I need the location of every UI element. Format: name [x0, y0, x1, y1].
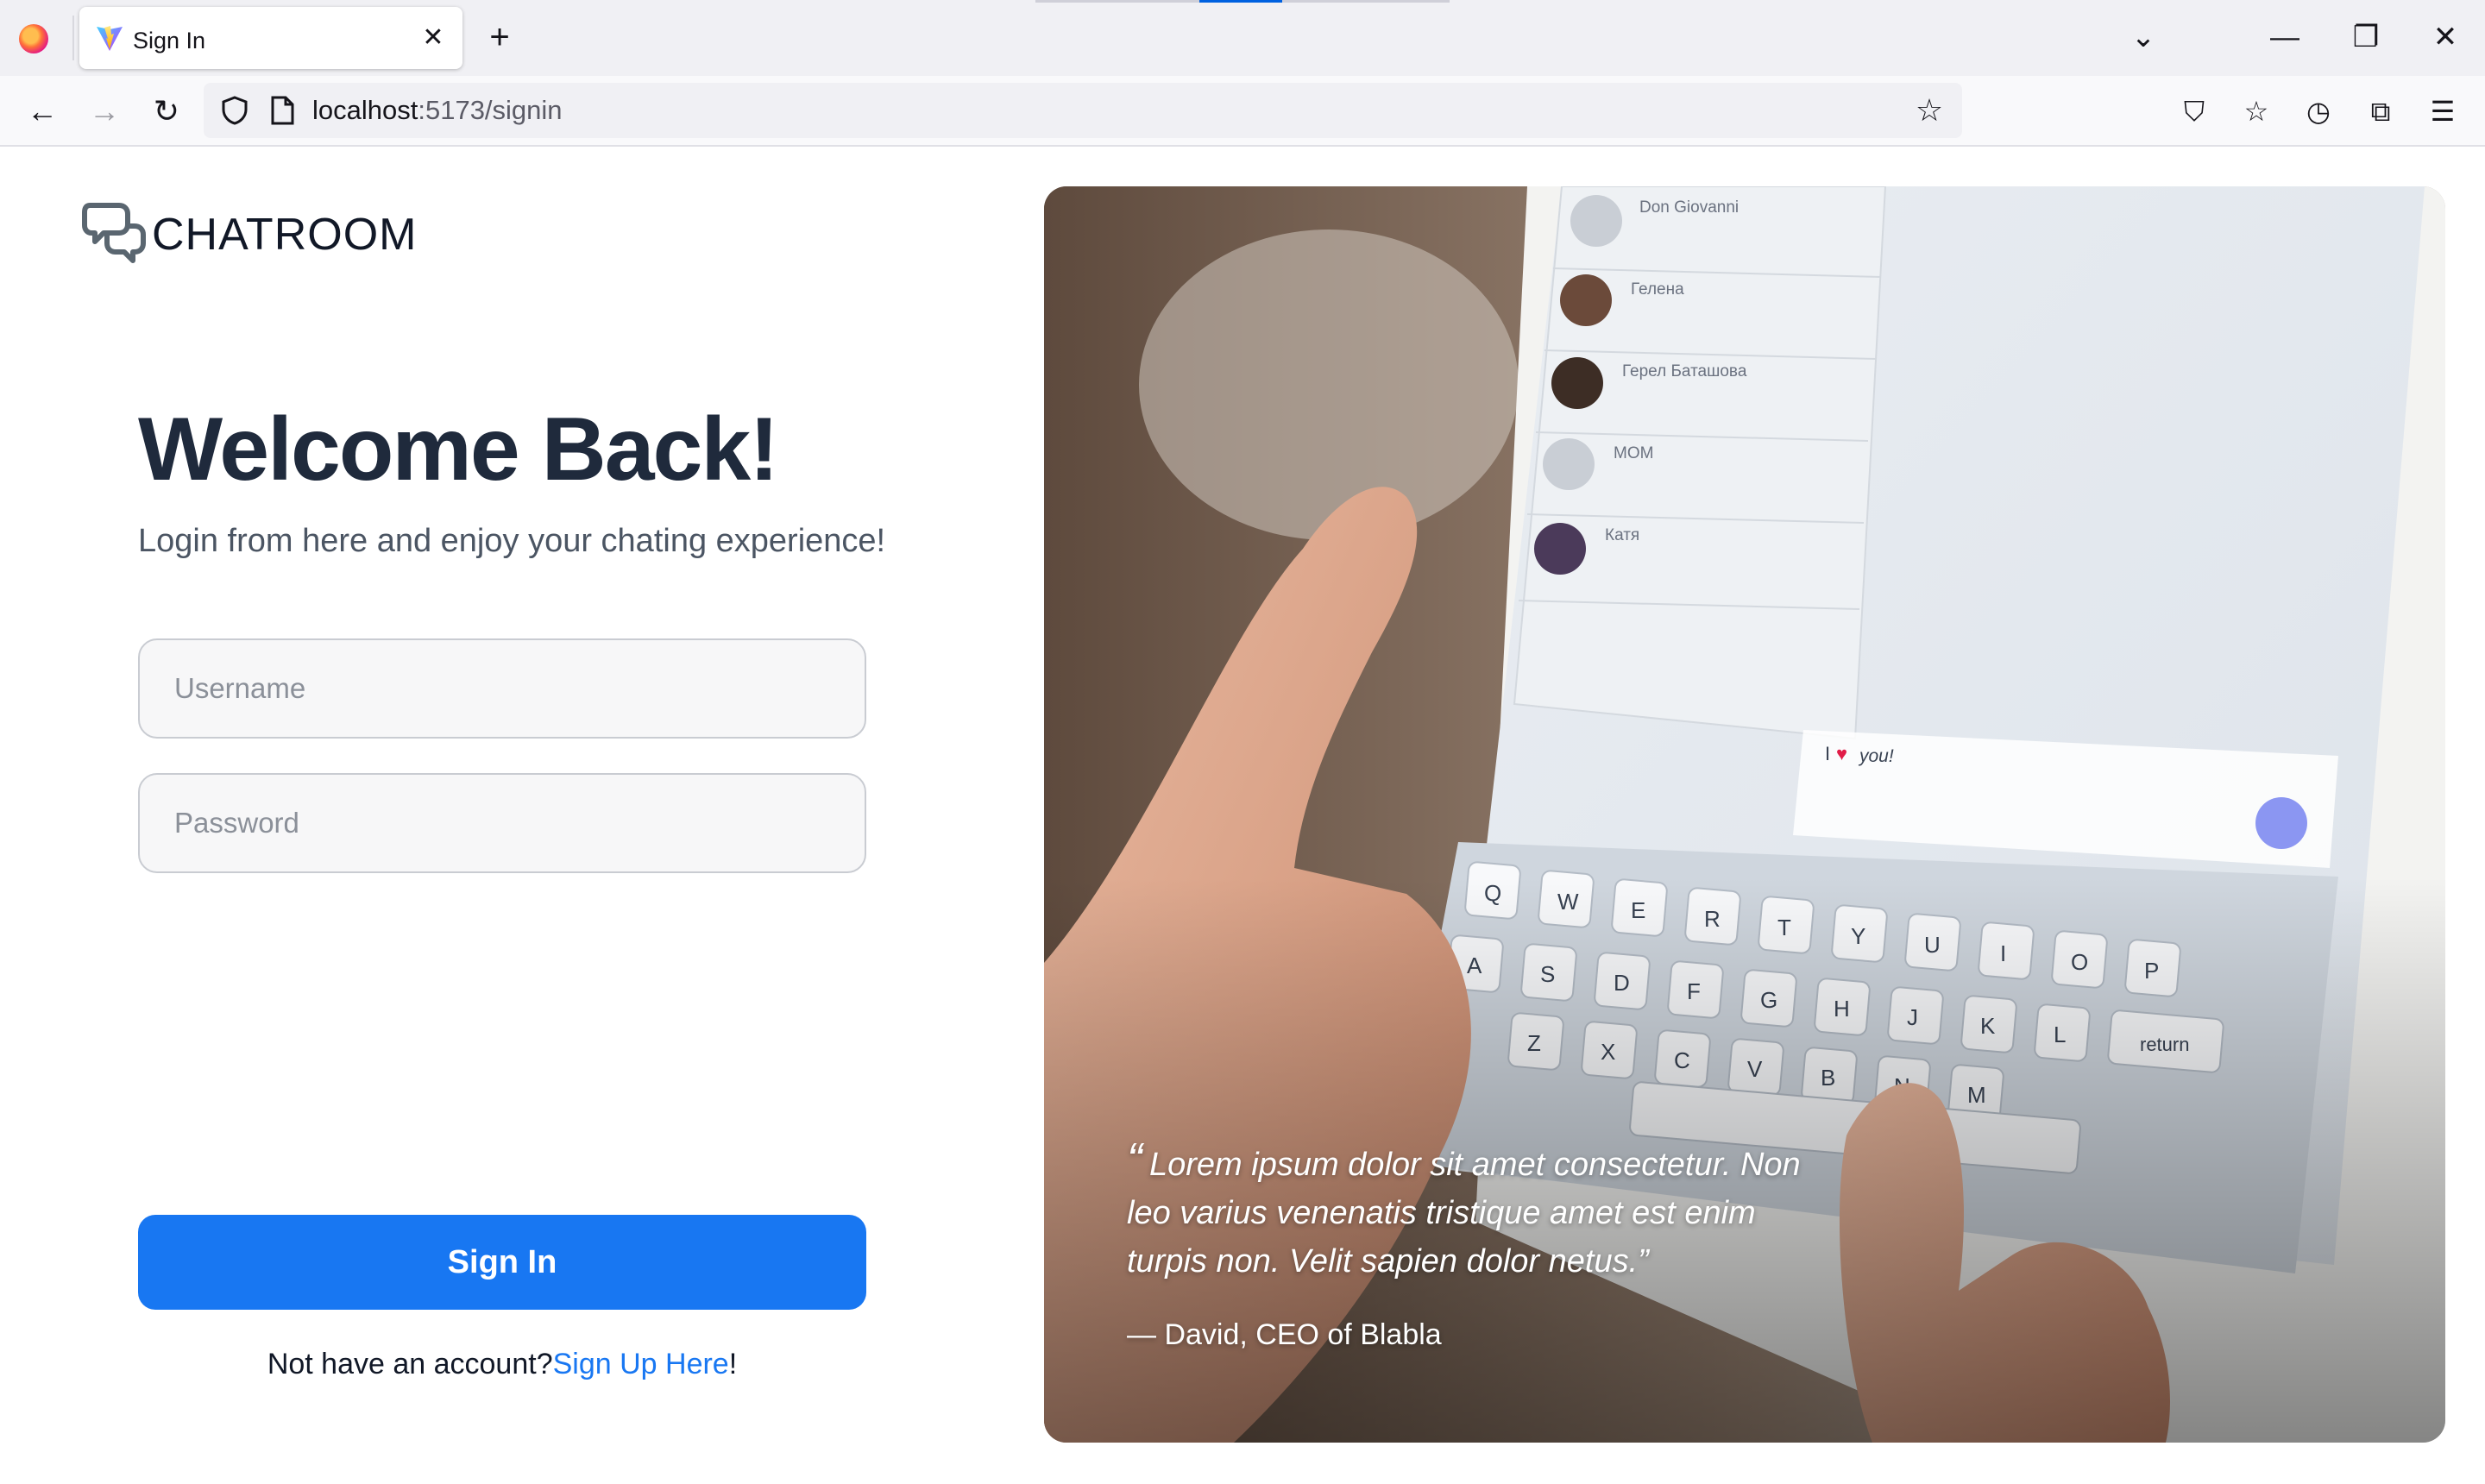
browser-tab-active[interactable]: Sign In ✕	[79, 7, 462, 69]
pocket-icon[interactable]: ⛉	[2173, 90, 2216, 133]
testimonial-quote: “Lorem ipsum dolor sit amet consectetur.…	[1127, 1135, 1834, 1286]
signup-suffix: !	[728, 1348, 738, 1380]
hero-image: Don Giovanni Гелена Герел Баташова MOM К…	[1044, 186, 2445, 1443]
browser-tab-bar: Sign In ✕ + ⌄ — ❐ ✕	[0, 0, 2485, 76]
window-close-button[interactable]: ✕	[2421, 16, 2469, 59]
list-all-tabs-button[interactable]: ⌄	[2119, 16, 2167, 59]
password-input[interactable]	[138, 773, 866, 873]
page-title: Welcome Back!	[138, 399, 779, 500]
address-bar[interactable]: localhost:5173/signin ☆	[204, 83, 1962, 138]
bookmarks-icon[interactable]: ☆	[2235, 90, 2278, 133]
history-icon[interactable]: ◷	[2297, 90, 2340, 133]
app-menu-icon[interactable]: ☰	[2421, 90, 2464, 133]
url-host: localhost	[312, 95, 418, 125]
reload-button[interactable]: ↻	[145, 90, 188, 133]
url-path: :5173/signin	[418, 95, 563, 125]
sign-in-button[interactable]: Sign In	[138, 1215, 866, 1310]
page-subtitle: Login from here and enjoy your chating e…	[138, 523, 886, 559]
brand-name: CHATROOM	[152, 210, 418, 260]
firefox-icon	[19, 24, 48, 53]
tab-title: Sign In	[133, 28, 206, 53]
window-minimize-button[interactable]: —	[2261, 16, 2309, 59]
bookmark-star-icon[interactable]: ☆	[1910, 91, 1948, 129]
page-icon	[271, 96, 294, 125]
chat-bubbles-icon	[82, 203, 146, 263]
quote-text: Lorem ipsum dolor sit amet consectetur. …	[1127, 1147, 1801, 1280]
tab-strip-indicator-active	[1199, 0, 1282, 3]
signup-prompt-text: Not have an account?	[267, 1348, 553, 1380]
tab-separator	[72, 16, 74, 60]
signup-prompt: Not have an account?Sign Up Here!	[0, 1348, 1004, 1381]
new-tab-button[interactable]: +	[480, 19, 519, 59]
extensions-icon[interactable]: ⧉	[2359, 90, 2402, 133]
sign-up-link[interactable]: Sign Up Here	[553, 1348, 729, 1380]
shield-icon[interactable]	[219, 95, 250, 126]
vite-favicon-icon	[97, 26, 123, 51]
testimonial-author: — David, CEO of Blabla	[1127, 1318, 1442, 1351]
quote-mark: “	[1127, 1134, 1142, 1185]
forward-button[interactable]: →	[83, 90, 126, 133]
browser-nav-bar: ← → ↻ localhost:5173/signin ☆ ⛉ ☆ ◷ ⧉ ☰	[0, 76, 2485, 147]
window-restore-button[interactable]: ❐	[2342, 16, 2390, 59]
url-text[interactable]: localhost:5173/signin	[312, 95, 563, 126]
tab-close-icon[interactable]: ✕	[416, 21, 450, 55]
back-button[interactable]: ←	[21, 90, 64, 133]
username-input[interactable]	[138, 638, 866, 739]
